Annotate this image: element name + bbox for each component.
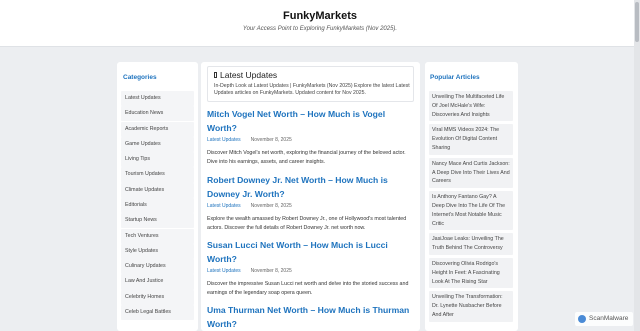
site-header: FunkyMarkets Your Access Point to Explor…: [0, 0, 640, 47]
category-item-latest-updates[interactable]: Latest Updates: [121, 91, 194, 107]
category-item-law-and-justice[interactable]: Law And Justice: [121, 274, 194, 290]
article-title-link[interactable]: Mitch Vogel Net Worth – How Much is Voge…: [207, 108, 414, 135]
article-excerpt: Discover the impressive Susan Lucci net …: [207, 281, 409, 296]
intro-title-text: Latest Updates: [220, 70, 278, 80]
category-item-editorials[interactable]: Editorials: [121, 197, 194, 214]
categories-sidebar: Categories Latest Updates Education News…: [117, 62, 198, 331]
scanmalware-logo-icon: [578, 315, 586, 323]
article-card: Robert Downey Jr. Net Worth – How Much i…: [207, 174, 414, 233]
article-title-link[interactable]: Uma Thurman Net Worth – How Much is Thur…: [207, 304, 414, 331]
article-date: November 8, 2025: [250, 137, 292, 143]
scrollbar-thumb[interactable]: [635, 2, 639, 42]
article-date: November 8, 2025: [250, 203, 292, 209]
popular-article-link[interactable]: Unveiling The Transformation: Dr. Lynett…: [429, 291, 513, 322]
category-item-culinary-updates[interactable]: Culinary Updates: [121, 259, 194, 275]
popular-article-link[interactable]: Viral MMS Videos 2024: The Evolution Of …: [429, 124, 513, 155]
category-item-climate-updates[interactable]: Climate Updates: [121, 182, 194, 198]
popular-heading: Popular Articles: [430, 74, 480, 81]
document-icon: [214, 72, 217, 78]
category-item-celebrity-homes[interactable]: Celebrity Homes: [121, 289, 194, 305]
popular-article-link[interactable]: Unveiling The Multifaceted Life Of Joel …: [429, 91, 513, 122]
scanmalware-watermark: ScanMalware: [575, 312, 633, 326]
article-category-link[interactable]: Latest Updates: [207, 203, 241, 209]
article-card: Susan Lucci Net Worth – How Much is Lucc…: [207, 239, 414, 298]
article-excerpt: Discover Mitch Vogel's net worth, explor…: [207, 150, 406, 165]
popular-article-link[interactable]: Discovering Olivia Rodrigo's Height In F…: [429, 257, 513, 289]
category-item-academic-reports[interactable]: Academic Reports: [121, 121, 194, 137]
article-date: November 8, 2025: [250, 268, 292, 274]
category-item-celeb-legal-battles[interactable]: Celeb Legal Battles: [121, 304, 194, 321]
main-content: Latest Updates In-Depth Look at Latest U…: [201, 62, 420, 331]
category-list: Latest Updates Education News Academic R…: [121, 91, 194, 321]
article-excerpt: Explore the wealth amassed by Robert Dow…: [207, 216, 407, 231]
category-item-style-updates[interactable]: Style Updates: [121, 243, 194, 259]
article-meta: Latest Updates November 8, 2025: [207, 203, 414, 211]
article-meta: Latest Updates November 8, 2025: [207, 268, 414, 276]
popular-list: Unveiling The Multifaceted Life Of Joel …: [429, 91, 513, 325]
site-tagline: Your Access Point to Exploring FunkyMark…: [242, 26, 398, 32]
article-card: Uma Thurman Net Worth – How Much is Thur…: [207, 304, 414, 331]
intro-title: Latest Updates: [214, 70, 277, 80]
site-title[interactable]: FunkyMarkets: [0, 10, 640, 22]
article-title-link[interactable]: Susan Lucci Net Worth – How Much is Lucc…: [207, 239, 414, 266]
article-meta: Latest Updates November 8, 2025: [207, 137, 414, 145]
intro-text: In-Depth Look at Latest Updates | FunkyM…: [214, 83, 410, 97]
popular-article-link[interactable]: JasiJoae Leaks: Unveiling The Truth Behi…: [429, 233, 513, 255]
page-scrollbar[interactable]: [634, 0, 640, 331]
category-item-tourism-updates[interactable]: Tourism Updates: [121, 167, 194, 183]
category-item-education-news[interactable]: Education News: [121, 106, 194, 122]
category-item-living-tips[interactable]: Living Tips: [121, 152, 194, 168]
category-item-startup-news[interactable]: Startup News: [121, 213, 194, 229]
popular-article-link[interactable]: Nancy Mace And Curtis Jackson: A Deep Di…: [429, 157, 513, 189]
popular-article-link[interactable]: Is Anthony Fantano Gay? A Deep Dive Into…: [429, 191, 513, 231]
intro-box: Latest Updates In-Depth Look at Latest U…: [207, 66, 414, 102]
category-item-game-updates[interactable]: Game Updates: [121, 136, 194, 153]
article-category-link[interactable]: Latest Updates: [207, 268, 241, 274]
watermark-label: ScanMalware: [589, 315, 629, 322]
categories-heading: Categories: [123, 74, 157, 81]
article-card: Mitch Vogel Net Worth – How Much is Voge…: [207, 108, 414, 167]
article-title-link[interactable]: Robert Downey Jr. Net Worth – How Much i…: [207, 174, 414, 201]
article-category-link[interactable]: Latest Updates: [207, 137, 241, 143]
category-item-tech-ventures[interactable]: Tech Ventures: [121, 228, 194, 244]
popular-articles-sidebar: Popular Articles Unveiling The Multiface…: [425, 62, 518, 331]
